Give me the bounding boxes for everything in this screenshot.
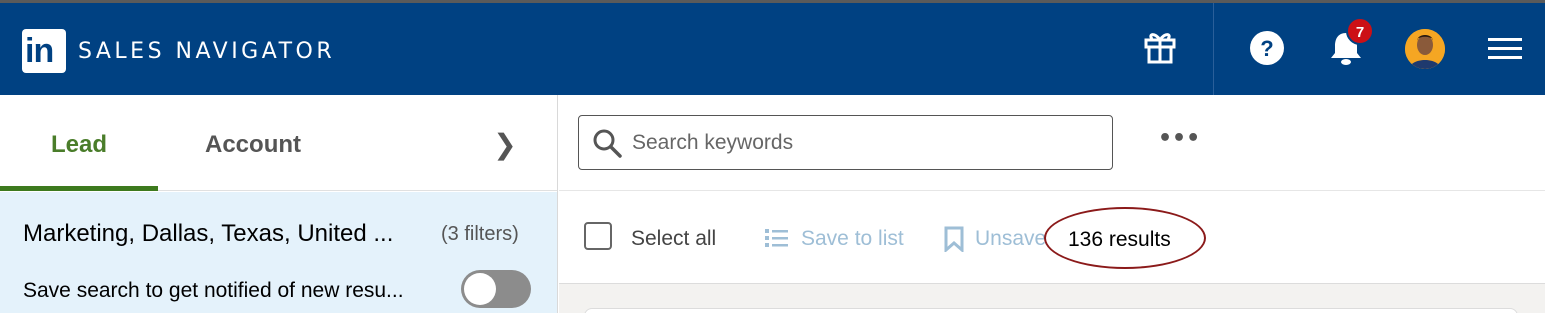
search-box[interactable] <box>578 115 1113 170</box>
more-options-icon[interactable]: ••• <box>1158 125 1200 157</box>
help-icon[interactable]: ? <box>1249 30 1285 66</box>
save-search-notify-label: Save search to get notified of new resu.… <box>23 279 404 302</box>
filter-panel: Lead Account ❯ Marketing, Dallas, Texas,… <box>0 95 558 313</box>
select-all-checkbox[interactable] <box>584 222 612 250</box>
tab-lead[interactable]: Lead <box>0 95 158 191</box>
toggle-knob <box>464 273 496 305</box>
save-search-toggle[interactable] <box>461 270 531 308</box>
toolbar-divider <box>1213 3 1214 95</box>
save-to-list-button[interactable]: Save to list <box>801 227 904 251</box>
notification-badge: 7 <box>1346 17 1374 45</box>
avatar[interactable] <box>1405 29 1445 69</box>
search-icon <box>593 129 622 158</box>
chevron-right-icon[interactable]: ❯ <box>490 125 520 165</box>
search-input[interactable] <box>632 126 1102 160</box>
bookmark-icon <box>944 226 964 252</box>
hamburger-menu-icon[interactable] <box>1487 37 1523 61</box>
svg-text:?: ? <box>1260 36 1273 61</box>
result-card <box>584 308 1518 313</box>
top-nav-bar: in SALES NAVIGATOR <box>0 0 1545 95</box>
results-highlight-annotation <box>1044 207 1206 269</box>
select-all-label[interactable]: Select all <box>631 227 716 251</box>
unsave-button[interactable]: Unsave <box>975 227 1047 251</box>
brand-title: SALES NAVIGATOR <box>78 39 336 64</box>
search-type-tabs: Lead Account ❯ <box>0 95 557 191</box>
filter-count: (3 filters) <box>441 223 519 245</box>
linkedin-logo[interactable]: in <box>22 29 66 73</box>
gift-icon[interactable] <box>1143 29 1177 65</box>
saved-search-title[interactable]: Marketing, Dallas, Texas, United ... <box>23 220 393 248</box>
avatar-image-icon <box>1405 29 1445 69</box>
saved-search-summary: Marketing, Dallas, Texas, United ... (3 … <box>0 192 557 313</box>
list-icon <box>765 229 788 247</box>
tab-account[interactable]: Account <box>158 95 348 191</box>
logo-text: in <box>25 32 54 70</box>
